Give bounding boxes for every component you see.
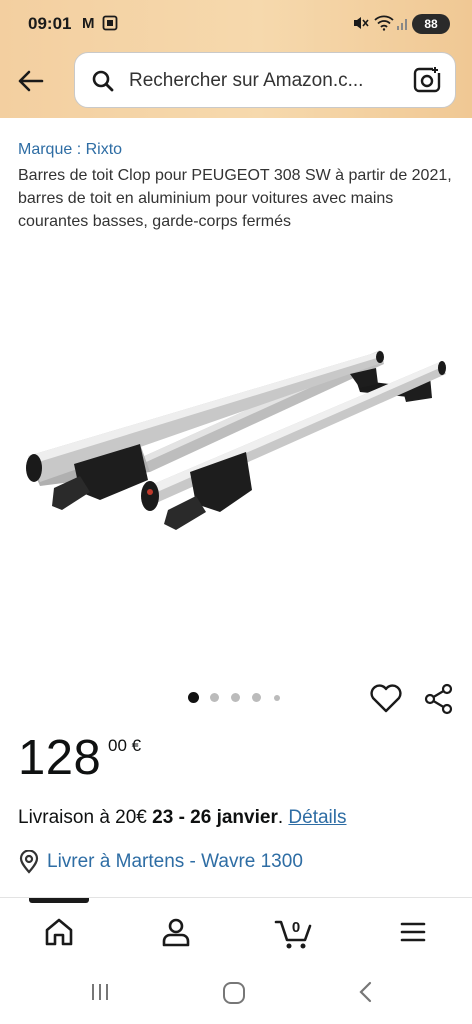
hamburger-menu-icon [400,922,426,942]
cart-count: 0 [292,919,300,936]
home-icon [45,918,73,946]
delivery-separator: . [277,807,289,828]
back-button[interactable] [14,64,48,98]
active-tab-indicator [29,898,89,903]
price-fraction: 00 € [108,736,142,755]
mute-icon [352,15,370,34]
carrier-icon: M [82,15,95,32]
back-arrow-icon [18,70,44,92]
carousel-dot-4[interactable] [252,693,261,702]
carousel-dot-3[interactable] [231,693,240,702]
wishlist-button[interactable] [369,682,403,714]
price-whole: 128 [18,731,102,785]
cart-icon: 0 [274,919,312,949]
brand-link[interactable]: Marque : Rixto [18,141,122,159]
battery-indicator: 88 [412,14,450,34]
user-icon [162,918,190,947]
carousel-dot-5[interactable] [274,695,280,701]
carousel-dot-2[interactable] [210,693,219,702]
share-icon [424,683,453,715]
price: 128 00 € [18,730,141,786]
image-carousel-dots[interactable] [188,692,288,704]
system-nav-bar [0,966,472,1024]
delivery-prefix: Livraison à 20€ [18,807,153,828]
location-pin-icon [19,850,39,874]
product-title: Barres de toit Clop pour PEUGEOT 308 SW … [18,167,452,230]
header: 09:01 M 88 Rechercher sur Amazon.c... [0,0,472,118]
back-nav-icon[interactable] [354,980,378,1004]
share-button[interactable] [422,682,456,716]
search-input[interactable]: Rechercher sur Amazon.c... [129,70,399,92]
carousel-dot-1[interactable] [188,692,199,703]
tab-account[interactable] [158,914,194,950]
home-nav-icon[interactable] [221,980,247,1006]
delivery-info: Livraison à 20€ 23 - 26 janvier. Détails [18,807,347,829]
heart-icon [370,684,402,713]
search-bar[interactable]: Rechercher sur Amazon.c... [74,52,456,108]
signal-icon [396,15,410,34]
status-bar: 09:01 M 88 [0,0,472,48]
delivery-dates: 23 - 26 janvier [152,807,278,828]
delivery-location-text[interactable]: Livrer à Martens - Wavre 1300 [47,851,303,873]
bottom-tab-bar: 0 [0,898,472,966]
screenshot-icon [102,15,118,34]
recent-apps-icon[interactable] [88,980,112,1004]
tab-cart[interactable]: 0 [274,914,314,950]
camera-search-icon[interactable] [413,66,441,99]
tab-home[interactable] [41,914,77,950]
product-image[interactable] [20,340,452,540]
search-icon [91,69,115,98]
delivery-details-link[interactable]: Détails [288,807,346,828]
wifi-icon [374,15,394,34]
status-time: 09:01 [28,14,72,33]
tab-menu[interactable] [395,914,431,950]
